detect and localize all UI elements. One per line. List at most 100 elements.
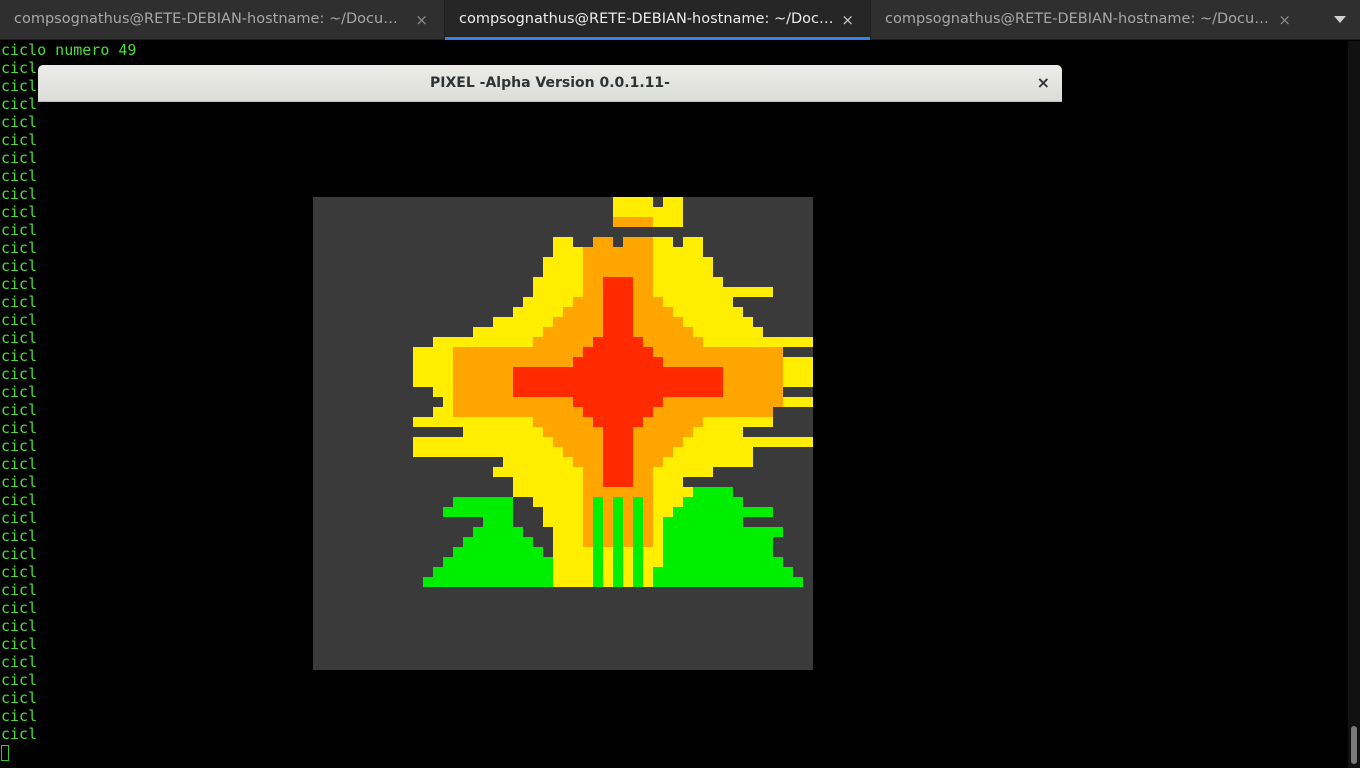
flower-pixel xyxy=(763,287,773,297)
flower-pixel xyxy=(463,417,473,427)
flower-pixel xyxy=(473,437,483,447)
grass-block xyxy=(643,567,793,577)
flower-pixel xyxy=(753,327,763,337)
terminal-line: cicl xyxy=(1,653,38,671)
flower-pixel xyxy=(563,347,573,357)
flower-pixel xyxy=(503,407,513,417)
flower-pixel xyxy=(533,457,543,467)
flower-pixel xyxy=(563,327,573,337)
flower-pixel xyxy=(693,447,703,457)
flower-pixel xyxy=(583,307,593,317)
flower-pixel xyxy=(603,577,613,587)
flower-pixel xyxy=(643,497,653,507)
flower-pixel xyxy=(553,507,563,517)
flower-pixel xyxy=(453,357,463,367)
flower-pixel xyxy=(693,277,703,287)
flower-pixel xyxy=(673,297,683,307)
tab-menu-chevron-down-icon[interactable] xyxy=(1334,16,1346,23)
terminal-tab-1[interactable]: compsognathus@RETE-DEBIAN-hostname: ~/Do… xyxy=(0,0,445,40)
flower-pixel xyxy=(503,367,513,377)
flower-pixel xyxy=(763,347,773,357)
flower-pixel xyxy=(563,267,573,277)
flower-pixel xyxy=(723,457,733,467)
tab-close-icon[interactable]: × xyxy=(415,11,428,29)
flower-pixel xyxy=(573,487,583,497)
flower-pixel xyxy=(603,567,613,577)
flower-pixel xyxy=(713,397,723,407)
tab-close-icon[interactable]: × xyxy=(1278,11,1291,29)
terminal-scrollbar[interactable] xyxy=(1348,41,1360,768)
flower-pixel xyxy=(653,447,663,457)
flower-pixel xyxy=(583,497,593,507)
flower-pixel xyxy=(663,367,673,377)
flower-pixel xyxy=(643,347,653,357)
flower-pixel xyxy=(523,417,533,427)
flower-pixel xyxy=(693,397,703,407)
window-titlebar[interactable]: PIXEL -Alpha Version 0.0.1.11- × xyxy=(38,65,1062,102)
terminal-tab-2[interactable]: compsognathus@RETE-DEBIAN-hostname: ~/Do… xyxy=(445,0,871,40)
flower-pixel xyxy=(623,517,633,527)
scrollbar-thumb[interactable] xyxy=(1351,726,1357,764)
flower-pixel xyxy=(643,487,653,497)
flower-pixel xyxy=(613,207,623,217)
flower-pixel xyxy=(603,457,613,467)
flower-pixel xyxy=(723,327,733,337)
flower-pixel xyxy=(613,297,623,307)
flower-pixel xyxy=(533,387,543,397)
terminal-line: cicl xyxy=(1,113,38,131)
flower-pixel xyxy=(643,367,653,377)
flower-pixel xyxy=(773,337,783,347)
flower-pixel xyxy=(733,347,743,357)
flower-pixel xyxy=(633,197,643,207)
flower-pixel xyxy=(613,467,623,477)
flower-pixel xyxy=(413,437,423,447)
flower-pixel xyxy=(523,397,533,407)
window-close-icon[interactable]: × xyxy=(1037,73,1050,92)
flower-pixel xyxy=(653,417,663,427)
flower-pixel xyxy=(613,367,623,377)
flower-pixel xyxy=(653,467,663,477)
pixel-art-panel[interactable] xyxy=(313,197,813,670)
flower-pixel xyxy=(663,437,673,447)
flower-pixel xyxy=(523,437,533,447)
flower-pixel xyxy=(643,207,653,217)
flower-pixel xyxy=(603,307,613,317)
flower-pixel xyxy=(543,507,553,517)
flower-pixel xyxy=(753,347,763,357)
grass-block xyxy=(653,527,783,537)
flower-pixel xyxy=(653,427,663,437)
flower-pixel xyxy=(603,527,613,537)
flower-pixel xyxy=(613,247,623,257)
flower-pixel xyxy=(653,437,663,447)
flower-pixel xyxy=(653,477,663,487)
flower-pixel xyxy=(583,367,593,377)
flower-pixel xyxy=(643,337,653,347)
terminal-line: cicl xyxy=(1,617,38,635)
flower-pixel xyxy=(473,397,483,407)
flower-pixel xyxy=(573,537,583,547)
flower-pixel xyxy=(473,337,483,347)
flower-pixel xyxy=(653,557,663,567)
flower-pixel xyxy=(613,567,623,577)
terminal-tab-3[interactable]: compsognathus@RETE-DEBIAN-hostname: ~/Do… xyxy=(871,0,1307,40)
flower-pixel xyxy=(573,497,583,507)
tab-close-icon[interactable]: × xyxy=(841,11,854,29)
flower-pixel xyxy=(573,247,583,257)
flower-pixel xyxy=(623,327,633,337)
flower-pixel xyxy=(653,527,663,537)
flower-pixel xyxy=(563,357,573,367)
flower-pixel xyxy=(483,367,493,377)
flower-pixel xyxy=(523,487,533,497)
flower-pixel xyxy=(563,547,573,557)
flower-pixel xyxy=(513,467,523,477)
flower-pixel xyxy=(593,437,603,447)
flower-pixel xyxy=(543,517,553,527)
flower-pixel xyxy=(613,257,623,267)
flower-pixel xyxy=(473,377,483,387)
flower-pixel xyxy=(603,437,613,447)
flower-pixel xyxy=(563,317,573,327)
flower-pixel xyxy=(563,467,573,477)
flower-pixel xyxy=(623,567,633,577)
flower-pixel xyxy=(643,537,653,547)
flower-pixel xyxy=(733,367,743,377)
